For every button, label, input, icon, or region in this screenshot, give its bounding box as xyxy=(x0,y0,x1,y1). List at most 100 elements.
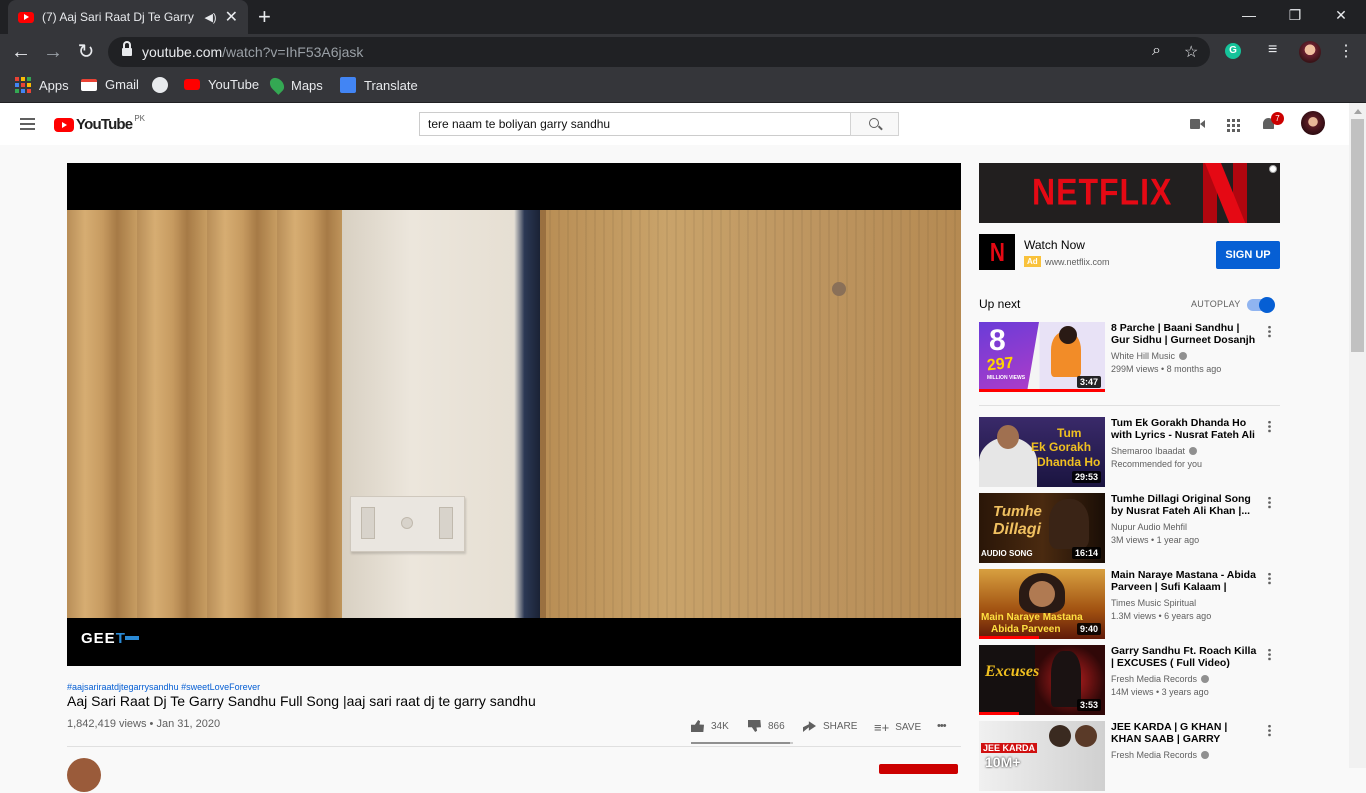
subscribe-button[interactable] xyxy=(879,764,958,774)
ad-info-icon[interactable] xyxy=(1269,165,1277,173)
browser-tab[interactable]: (7) Aaj Sari Raat Dj Te Garry S ◀) ✕ xyxy=(8,0,248,34)
video-hashtags[interactable]: #aajsariraatdjtegarrysandhu #sweetLoveFo… xyxy=(67,682,260,692)
add-to-playlist-icon: ≡+ xyxy=(874,720,890,735)
like-button[interactable]: 34K xyxy=(691,720,729,732)
search-button[interactable] xyxy=(850,112,899,136)
reload-icon[interactable]: ↻ xyxy=(73,39,99,65)
profile-avatar[interactable] xyxy=(1299,41,1321,63)
recommended-video[interactable]: 8 297 MILLION VIEWS 3:47 8 Parche | Baan… xyxy=(979,322,1280,394)
recommended-video[interactable]: Tumhe Dillagi AUDIO SONG 16:14 Tumhe Dil… xyxy=(979,493,1280,565)
youtube-header: YouTube PK tere naam te boliyan garry sa… xyxy=(0,103,1349,145)
verified-icon xyxy=(1201,751,1210,759)
netflix-n-graphic xyxy=(1193,163,1257,223)
video-thumbnail[interactable]: Tumhe Dillagi AUDIO SONG 16:14 xyxy=(979,493,1105,563)
save-button[interactable]: ≡+ SAVE xyxy=(874,720,921,735)
minimize-icon[interactable]: — xyxy=(1226,0,1272,30)
video-thumbnail[interactable]: Main Naraye Mastana Abida Parveen 9:40 xyxy=(979,569,1105,639)
bookmark-star-icon[interactable]: ☆ xyxy=(1184,42,1198,62)
more-options-icon[interactable] xyxy=(1268,496,1271,509)
sign-up-button[interactable]: SIGN UP xyxy=(1216,241,1280,269)
share-button[interactable]: SHARE xyxy=(803,720,857,732)
recommended-title[interactable]: Garry Sandhu Ft. Roach Killa | EXCUSES (… xyxy=(1111,645,1259,669)
verified-icon xyxy=(1201,675,1210,683)
hamburger-menu-icon[interactable] xyxy=(20,118,35,130)
youtube-apps-icon[interactable] xyxy=(1227,119,1240,132)
close-window-icon[interactable]: ✕ xyxy=(1318,0,1364,30)
address-bar[interactable]: youtube.com/watch?v=IhF53A6jask ⌕ ☆ xyxy=(108,37,1210,67)
video-thumbnail[interactable]: Excuses 3:53 xyxy=(979,645,1105,715)
chrome-menu-icon[interactable]: ⋮ xyxy=(1338,41,1354,61)
ad-banner[interactable]: NETFLIX xyxy=(979,163,1280,223)
recommended-meta: 14M views • 3 years ago xyxy=(1111,687,1209,697)
restore-icon[interactable]: ❐ xyxy=(1272,0,1318,30)
new-tab-plus-icon[interactable]: + xyxy=(258,4,271,30)
scroll-up-arrow-icon[interactable] xyxy=(1354,109,1362,114)
more-options-icon[interactable] xyxy=(1268,420,1271,433)
video-frame xyxy=(67,210,961,618)
channel-watermark: GEET xyxy=(81,630,139,647)
recommended-video[interactable]: JEE KARDA 10M+ JEE KARDA | G KHAN | KHAN… xyxy=(979,721,1280,793)
recommended-channel[interactable]: Times Music Spiritual xyxy=(1111,598,1196,608)
door-frame xyxy=(540,210,546,618)
recommended-title[interactable]: Main Naraye Mastana - Abida Parveen | Su… xyxy=(1111,569,1259,593)
create-video-icon[interactable] xyxy=(1190,119,1205,129)
recommended-title[interactable]: Tumhe Dillagi Original Song by Nusrat Fa… xyxy=(1111,493,1259,517)
account-avatar[interactable] xyxy=(1301,111,1325,135)
recommended-video[interactable]: Main Naraye Mastana Abida Parveen 9:40 M… xyxy=(979,569,1280,641)
zoom-search-icon[interactable]: ⌕ xyxy=(1152,42,1161,60)
more-options-icon[interactable] xyxy=(1268,648,1271,661)
close-tab-icon[interactable]: ✕ xyxy=(225,7,238,27)
forward-arrow-icon[interactable]: → xyxy=(40,39,66,65)
more-options-icon[interactable] xyxy=(1268,724,1271,737)
video-thumbnail[interactable]: JEE KARDA 10M+ xyxy=(979,721,1105,791)
ad-url[interactable]: www.netflix.com xyxy=(1045,257,1110,267)
watched-progress-bar xyxy=(979,636,1039,639)
scrollbar-thumb[interactable] xyxy=(1351,119,1364,352)
page-scrollbar[interactable] xyxy=(1349,103,1366,768)
tab-title: (7) Aaj Sari Raat Dj Te Garry S xyxy=(42,10,197,24)
recommended-video[interactable]: Excuses 3:53 Garry Sandhu Ft. Roach Kill… xyxy=(979,645,1280,717)
recommended-title[interactable]: JEE KARDA | G KHAN | KHAN SAAB | GARRY S… xyxy=(1111,721,1259,745)
country-code: PK xyxy=(134,114,146,123)
like-ratio-fill xyxy=(691,742,791,744)
wooden-door-left xyxy=(67,210,342,618)
bookmark-youtube[interactable]: YouTube xyxy=(184,77,259,92)
recommended-channel[interactable]: Nupur Audio Mehfil xyxy=(1111,522,1187,532)
recommended-channel[interactable]: White Hill Music xyxy=(1111,351,1188,361)
recommended-channel[interactable]: Shemaroo Ibaadat xyxy=(1111,446,1198,456)
recommended-channel[interactable]: Fresh Media Records xyxy=(1111,674,1210,684)
maps-icon xyxy=(267,75,287,95)
recommended-title[interactable]: 8 Parche | Baani Sandhu | Gur Sidhu | Gu… xyxy=(1111,322,1259,346)
browser-titlebar: (7) Aaj Sari Raat Dj Te Garry S ◀) ✕ + —… xyxy=(0,0,1366,34)
grammarly-extension-icon[interactable]: G xyxy=(1225,43,1241,59)
bookmark-globe[interactable] xyxy=(152,77,168,93)
more-actions-icon[interactable]: ••• xyxy=(937,720,947,732)
recommended-channel[interactable]: Fresh Media Records xyxy=(1111,750,1210,760)
bookmark-maps[interactable]: Maps xyxy=(267,75,323,95)
more-options-icon[interactable] xyxy=(1268,325,1271,338)
bookmark-translate[interactable]: Translate xyxy=(340,77,418,93)
video-thumbnail[interactable]: Tum Ek Gorakh Dhanda Ho 29:53 xyxy=(979,417,1105,487)
bookmark-gmail[interactable]: Gmail xyxy=(81,77,139,92)
recommended-title[interactable]: Tum Ek Gorakh Dhanda Ho with Lyrics - Nu… xyxy=(1111,417,1259,441)
gmail-icon xyxy=(81,78,97,91)
more-options-icon[interactable] xyxy=(1268,572,1271,585)
autoplay-toggle[interactable] xyxy=(1247,297,1275,313)
video-player[interactable]: GEET xyxy=(67,163,961,666)
dislike-count: 866 xyxy=(768,720,785,732)
ad-headline[interactable]: Watch Now xyxy=(1024,238,1085,252)
dislike-button[interactable]: 866 xyxy=(748,720,785,732)
watched-progress-bar xyxy=(979,389,1105,392)
recommended-video[interactable]: Tum Ek Gorakh Dhanda Ho 29:53 Tum Ek Gor… xyxy=(979,417,1280,489)
media-queue-icon[interactable]: ≡ xyxy=(1268,41,1277,59)
notification-badge: 7 xyxy=(1271,112,1284,125)
youtube-logo[interactable]: YouTube PK xyxy=(54,114,146,133)
channel-avatar[interactable] xyxy=(67,758,101,792)
url-text[interactable]: youtube.com/watch?v=IhF53A6jask xyxy=(142,44,363,60)
youtube-play-icon xyxy=(54,117,74,132)
video-thumbnail[interactable]: 8 297 MILLION VIEWS 3:47 xyxy=(979,322,1105,392)
back-arrow-icon[interactable]: ← xyxy=(8,39,34,65)
bookmark-apps[interactable]: Apps xyxy=(15,77,69,93)
search-input[interactable]: tere naam te boliyan garry sandhu xyxy=(419,112,851,136)
speaker-icon[interactable]: ◀) xyxy=(204,11,216,24)
